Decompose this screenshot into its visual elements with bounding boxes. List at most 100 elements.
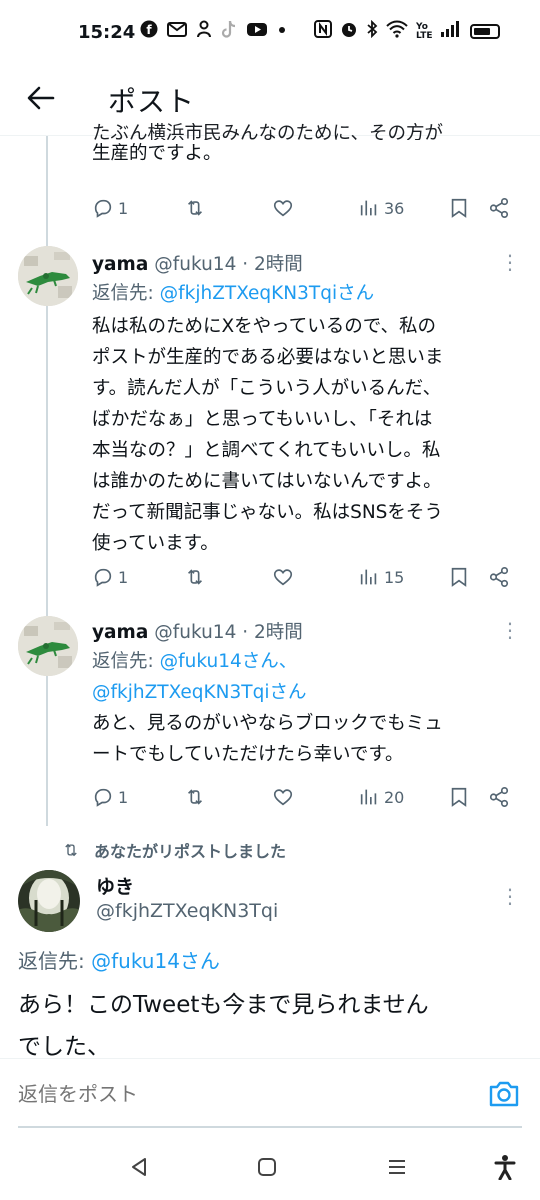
- reply-icon: [94, 568, 112, 587]
- display-name[interactable]: ゆき: [96, 872, 134, 899]
- mention-link[interactable]: @fkjhZTXeqKN3Tqiさん: [160, 283, 374, 304]
- bookmark-button[interactable]: [448, 566, 470, 588]
- partial-tweet-body: たぶん横浜市民みんなのために、その方が 生産的ですよ。: [92, 120, 522, 169]
- mention-link[interactable]: @fuku14さん、: [160, 651, 298, 672]
- handle-time: @fuku14 · 2時間: [154, 254, 303, 275]
- tiktok-icon: [221, 20, 237, 43]
- reply-count: 1: [118, 198, 129, 218]
- views-count: 15: [384, 567, 405, 587]
- display-name[interactable]: yama: [92, 622, 148, 643]
- tweet-header: yama @fuku14 · 2時間: [92, 250, 303, 276]
- bookmark-button[interactable]: [448, 786, 470, 808]
- repost-button[interactable]: [184, 566, 206, 588]
- mention-link[interactable]: @fkjhZTXeqKN3Tqiさん: [92, 682, 306, 703]
- thread-line: [46, 136, 48, 826]
- reply-input[interactable]: [18, 1077, 448, 1111]
- volte-icon: Yo LTE: [416, 21, 433, 41]
- reply-count: 1: [118, 787, 129, 807]
- repost-icon: [187, 789, 203, 805]
- share-button[interactable]: [488, 786, 510, 808]
- reply-to-label: 返信先:: [92, 283, 160, 304]
- svg-text:f: f: [146, 23, 152, 37]
- reply-button[interactable]: 1: [92, 786, 128, 808]
- more-options-icon[interactable]: ⋮: [500, 250, 520, 274]
- tweet-line: あと、見るのがいやならブロックでもミュ: [92, 713, 443, 734]
- status-bar: 15:24 f Yo LTE: [0, 0, 540, 64]
- dot-icon: [277, 20, 287, 43]
- repost-button[interactable]: [184, 197, 206, 219]
- more-options-icon[interactable]: ⋮: [500, 884, 520, 908]
- share-button[interactable]: [488, 197, 510, 219]
- tweet-line: 使っています。: [92, 533, 219, 554]
- tweet-line: 私は私のためにXをやっているので、私の: [92, 316, 437, 337]
- like-button[interactable]: [272, 786, 294, 808]
- partial-tweet-line: たぶん横浜市民みんなのために、その方が: [92, 123, 443, 140]
- mention-link[interactable]: @fuku14さん: [91, 949, 220, 973]
- repost-notice-text: あなたがリポストしました: [94, 842, 287, 861]
- views-button[interactable]: 15: [358, 566, 404, 588]
- avatar[interactable]: [18, 870, 80, 932]
- reply-to-label: 返信先:: [92, 651, 160, 672]
- tweet-line: ポストが生産的である必要はないと思いま: [92, 347, 444, 368]
- avatar[interactable]: [18, 246, 78, 306]
- heart-icon: [273, 789, 293, 806]
- reply-button[interactable]: 1: [92, 566, 128, 588]
- share-button[interactable]: [488, 566, 510, 588]
- main-tweet-body: あら！このTweetも今まで見られません でした、: [18, 984, 518, 1068]
- share-icon: [489, 198, 509, 218]
- notification-icons: f: [140, 20, 287, 43]
- camera-icon[interactable]: [488, 1079, 520, 1109]
- bluetooth-icon: [366, 19, 378, 43]
- heart-icon: [273, 569, 293, 586]
- mail-icon: [167, 20, 187, 43]
- share-icon: [489, 787, 509, 807]
- repost-notice: あなたがリポストしました: [62, 838, 286, 862]
- partial-tweet-line: 生産的ですよ。: [92, 143, 222, 164]
- bookmark-icon: [451, 567, 467, 587]
- handle-time: @fuku14 · 2時間: [154, 622, 303, 643]
- tweet-line: す。読んだ人が「こういう人がいるんだ、: [92, 378, 442, 399]
- tweet-header: yama @fuku14 · 2時間: [92, 618, 303, 644]
- tweet-line: は誰かのために書いてはいないんですよ。: [92, 471, 442, 492]
- tweet-line: ばかだなぁ」と思ってもいいし、「それは: [92, 409, 433, 430]
- recents-nav-icon[interactable]: [382, 1152, 412, 1182]
- more-options-icon[interactable]: ⋮: [500, 618, 520, 642]
- reply-count: 1: [118, 567, 129, 587]
- reply-to: 返信先: @fuku14さん、 @fkjhZTXeqKN3Tqiさん: [92, 646, 306, 708]
- views-icon: [360, 200, 377, 216]
- tweet-line: あら！このTweetも今まで見られません: [18, 992, 429, 1018]
- youtube-icon: [246, 20, 268, 43]
- back-nav-icon[interactable]: [124, 1152, 154, 1182]
- signal-icon: [440, 20, 462, 43]
- repost-icon: [187, 200, 203, 216]
- like-button[interactable]: [272, 566, 294, 588]
- reply-button[interactable]: 1: [92, 197, 128, 219]
- reply-composer: [0, 1058, 540, 1128]
- accessibility-icon[interactable]: [490, 1152, 520, 1182]
- bookmark-icon: [451, 198, 467, 218]
- facebook-icon: f: [140, 20, 158, 43]
- system-icons: Yo LTE: [314, 19, 500, 43]
- like-button[interactable]: [272, 197, 294, 219]
- repost-button[interactable]: [184, 786, 206, 808]
- repost-icon: [65, 843, 77, 857]
- tweet-actions: 1 36: [92, 193, 522, 223]
- views-icon: [360, 569, 377, 585]
- home-nav-icon[interactable]: [252, 1152, 282, 1182]
- tweet-actions: 1 20: [92, 782, 522, 812]
- bookmark-icon: [451, 787, 467, 807]
- views-button[interactable]: 20: [358, 786, 404, 808]
- tweet-body: 私は私のためにXをやっているので、私の ポストが生産的である必要はないと思いま …: [92, 311, 524, 559]
- repost-icon: [187, 569, 203, 585]
- reply-icon: [94, 788, 112, 807]
- bookmark-button[interactable]: [448, 197, 470, 219]
- back-arrow-icon[interactable]: [26, 80, 58, 116]
- views-button[interactable]: 36: [358, 197, 404, 219]
- wifi-icon: [386, 20, 408, 43]
- status-time: 15:24: [78, 22, 136, 43]
- reply-to-label: 返信先:: [18, 949, 92, 973]
- handle[interactable]: @fkjhZTXeqKN3Tqi: [96, 900, 278, 922]
- tweet-line: ートでもしていただけたら幸いです。: [92, 744, 404, 765]
- display-name[interactable]: yama: [92, 254, 148, 275]
- avatar[interactable]: [18, 616, 78, 676]
